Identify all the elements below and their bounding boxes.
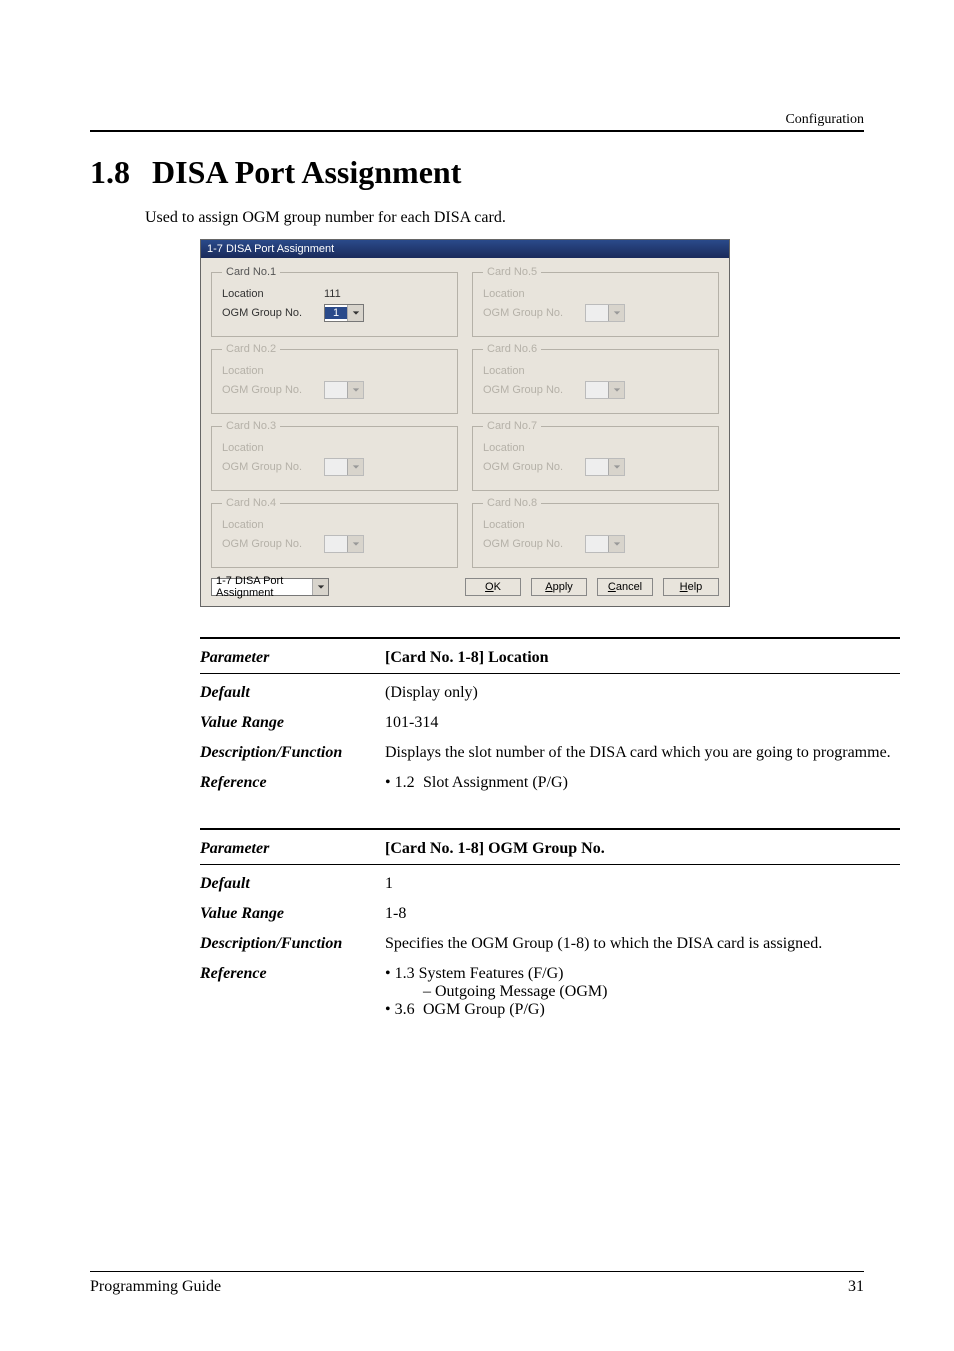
section-number: 1.8 [90,154,130,190]
card-1-group: Card No.1 Location 111 OGM Group No. 1 [211,266,458,337]
param-table-location: Parameter [Card No. 1-8] Location Defaul… [200,637,900,798]
card-1-ogm-label: OGM Group No. [222,307,314,319]
chevron-down-icon [347,382,363,398]
desc-value: Displays the slot number of the DISA car… [385,744,900,762]
ref-text: Slot Assignment (P/G) [423,774,568,792]
ok-button[interactable]: OK [465,578,521,596]
card-6-ogm-label: OGM Group No. [483,384,575,396]
card-6-group: Card No.6 Location OGM Group No. [472,343,719,414]
card-8-ogm-select [585,535,625,553]
card-1-location-label: Location [222,288,314,300]
ref-text-2: OGM Group (P/G) [423,1001,545,1019]
disa-port-assignment-dialog: 1-7 DISA Port Assignment Card No.1 Locat… [200,239,730,607]
desc-label: Description/Function [200,744,385,762]
param-value: [Card No. 1-8] Location [385,649,549,666]
card-6-ogm-select [585,381,625,399]
card-8-group: Card No.8 Location OGM Group No. [472,497,719,568]
card-5-ogm-label: OGM Group No. [483,307,575,319]
range-value: 1-8 [385,905,900,923]
default-value: (Display only) [385,684,900,702]
card-8-legend: Card No.8 [483,497,541,509]
card-7-location-label: Location [483,442,575,454]
card-1-ogm-select[interactable]: 1 [324,304,364,322]
page-select-value: 1-7 DISA Port Assignment [212,575,312,599]
section-heading: 1.8 DISA Port Assignment [90,154,864,191]
card-3-location-label: Location [222,442,314,454]
cancel-button[interactable]: Cancel [597,578,653,596]
card-3-legend: Card No.3 [222,420,280,432]
chevron-down-icon [347,459,363,475]
chevron-down-icon [608,536,624,552]
param-label: Parameter [200,649,385,667]
top-rule [90,130,864,132]
desc-value: Specifies the OGM Group (1-8) to which t… [385,935,900,953]
desc-label: Description/Function [200,935,385,953]
ref-bullet: • 1.2 [385,774,423,792]
ref-line-1: • 1.3 System Features (F/G) [385,965,900,983]
chevron-down-icon [608,305,624,321]
card-8-location-label: Location [483,519,575,531]
card-3-ogm-select [324,458,364,476]
default-value: 1 [385,875,900,893]
chevron-down-icon [347,536,363,552]
card-7-ogm-select [585,458,625,476]
card-2-ogm-select [324,381,364,399]
card-2-legend: Card No.2 [222,343,280,355]
card-1-location-value: 111 [324,288,341,300]
lead-paragraph: Used to assign OGM group number for each… [145,209,864,227]
card-5-location-label: Location [483,288,575,300]
card-8-ogm-label: OGM Group No. [483,538,575,550]
card-2-location-label: Location [222,365,314,377]
page-footer: Programming Guide 31 [90,1271,864,1296]
card-7-group: Card No.7 Location OGM Group No. [472,420,719,491]
card-6-legend: Card No.6 [483,343,541,355]
ref-label: Reference [200,965,385,1019]
page-select[interactable]: 1-7 DISA Port Assignment [211,578,329,596]
chevron-down-icon [608,459,624,475]
page-number: 31 [848,1278,864,1296]
card-4-location-label: Location [222,519,314,531]
ref-line-2: – Outgoing Message (OGM) [385,983,900,1001]
card-3-ogm-label: OGM Group No. [222,461,314,473]
chevron-down-icon [312,579,328,595]
param-value: [Card No. 1-8] OGM Group No. [385,840,605,857]
card-7-legend: Card No.7 [483,420,541,432]
card-4-legend: Card No.4 [222,497,280,509]
default-label: Default [200,875,385,893]
range-label: Value Range [200,905,385,923]
card-5-ogm-select [585,304,625,322]
ref-bullet-2: • 3.6 [385,1001,423,1019]
card-7-ogm-label: OGM Group No. [483,461,575,473]
card-4-ogm-select [324,535,364,553]
default-label: Default [200,684,385,702]
card-2-group: Card No.2 Location OGM Group No. [211,343,458,414]
param-table-ogm: Parameter [Card No. 1-8] OGM Group No. D… [200,828,900,1025]
apply-button[interactable]: Apply [531,578,587,596]
card-4-ogm-label: OGM Group No. [222,538,314,550]
card-6-location-label: Location [483,365,575,377]
card-3-group: Card No.3 Location OGM Group No. [211,420,458,491]
running-head: Configuration [785,112,864,128]
card-1-ogm-value: 1 [325,307,347,319]
card-5-legend: Card No.5 [483,266,541,278]
card-5-group: Card No.5 Location OGM Group No. [472,266,719,337]
card-1-legend: Card No.1 [222,266,280,278]
chevron-down-icon [347,305,363,321]
card-2-ogm-label: OGM Group No. [222,384,314,396]
card-4-group: Card No.4 Location OGM Group No. [211,497,458,568]
param-label: Parameter [200,840,385,858]
section-title-text: DISA Port Assignment [152,154,461,190]
range-value: 101-314 [385,714,900,732]
dialog-titlebar: 1-7 DISA Port Assignment [201,240,729,258]
ref-label: Reference [200,774,385,792]
range-label: Value Range [200,714,385,732]
footer-left: Programming Guide [90,1278,221,1296]
chevron-down-icon [608,382,624,398]
help-button[interactable]: Help [663,578,719,596]
